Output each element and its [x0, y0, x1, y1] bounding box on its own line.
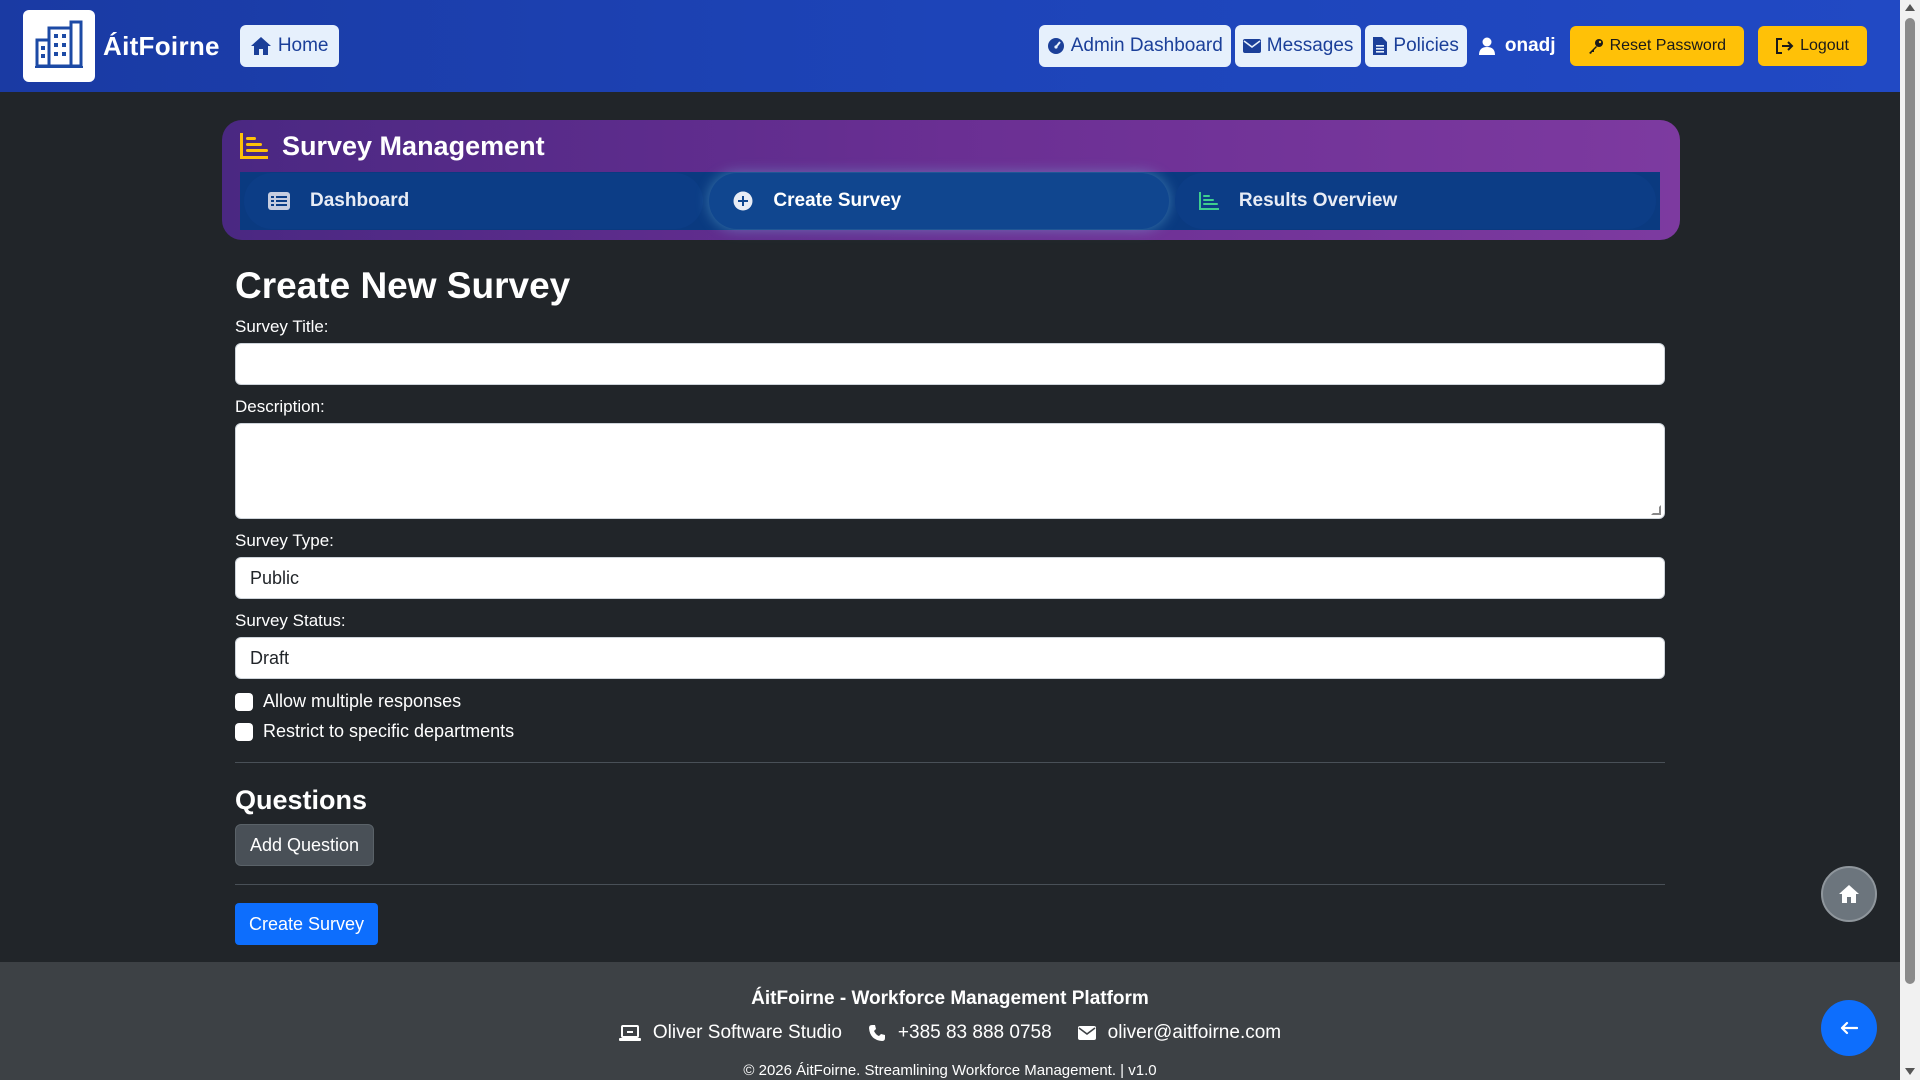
footer-email[interactable]: oliver@aitfoirne.com [1077, 1022, 1282, 1044]
tab-results-overview-label: Results Overview [1238, 190, 1398, 211]
username: onadj [1504, 35, 1556, 56]
home-button[interactable]: Home [239, 25, 339, 67]
list-icon [268, 192, 290, 210]
user-icon [1478, 37, 1495, 55]
footer-company-name: Oliver Software Studio [652, 1022, 842, 1043]
footer-title: ÁitFoirne - Workforce Management Platfor… [751, 988, 1149, 1009]
reset-password-label: Reset Password [1609, 37, 1727, 54]
bar-chart-icon [1198, 192, 1219, 210]
laptop-icon [618, 1025, 641, 1041]
footer-phone[interactable]: +385 83 888 0758 [868, 1022, 1052, 1044]
plus-circle-icon [733, 191, 753, 211]
survey-status-label: Survey Status: [235, 611, 346, 630]
footer-email-address: oliver@aitfoirne.com [1107, 1022, 1282, 1043]
brand-logo[interactable] [23, 10, 95, 82]
resize-handle[interactable] [1651, 505, 1661, 515]
home-icon [1839, 885, 1859, 903]
admin-dashboard-button[interactable]: Admin Dashboard [1038, 25, 1231, 67]
tab-results-overview[interactable]: Results Overview [1174, 173, 1656, 229]
envelope-icon [1077, 1026, 1096, 1040]
footer-company: Oliver Software Studio [618, 1022, 842, 1044]
arrow-left-icon [1840, 1021, 1858, 1035]
allow-multiple-row: Allow multiple responses [235, 691, 1665, 712]
nav-right: Admin Dashboard Messages Policies onadj … [1038, 25, 1867, 67]
brand-name[interactable]: ÁitFoirne [103, 31, 220, 62]
survey-title-input[interactable] [235, 343, 1665, 385]
scroll-down-arrow[interactable] [1905, 1068, 1915, 1075]
building-icon [35, 20, 83, 68]
divider [235, 762, 1665, 763]
scroll-up-arrow[interactable] [1905, 4, 1915, 11]
restrict-departments-label: Restrict to specific departments [263, 721, 515, 741]
gauge-icon [1047, 38, 1064, 54]
footer-contacts: Oliver Software Studio +385 83 888 0758 … [0, 1022, 1900, 1044]
survey-management-card: Survey Management Dashboard Create Surve… [222, 120, 1680, 240]
questions-heading: Questions [235, 785, 368, 815]
messages-label: Messages [1266, 35, 1354, 56]
footer-phone-number: +385 83 888 0758 [897, 1022, 1052, 1043]
survey-type-select[interactable]: Public [235, 557, 1665, 599]
sign-out-icon [1776, 38, 1794, 54]
scroll-thumb[interactable] [1905, 18, 1915, 984]
home-icon [250, 37, 271, 55]
logout-button[interactable]: Logout [1758, 26, 1867, 66]
survey-management-title: Survey Management [240, 120, 1662, 172]
survey-status-select[interactable]: Draft [235, 637, 1665, 679]
page-scrollbar[interactable] [1900, 0, 1920, 1080]
restrict-departments-checkbox[interactable] [235, 722, 253, 741]
policies-button[interactable]: Policies [1365, 25, 1467, 67]
footer: ÁitFoirne - Workforce Management Platfor… [0, 962, 1900, 1080]
logout-label: Logout [1800, 37, 1849, 54]
survey-type-label: Survey Type: [235, 531, 334, 550]
document-icon [1373, 37, 1388, 55]
description-label: Description: [235, 397, 325, 416]
create-survey-form: Create New Survey Survey Title: Descript… [235, 265, 1665, 945]
restrict-departments-row: Restrict to specific departments [235, 721, 1665, 742]
floating-back-button[interactable] [1821, 1000, 1877, 1056]
bar-chart-icon [240, 133, 268, 159]
tab-dashboard-label: Dashboard [310, 190, 410, 211]
floating-home-button[interactable] [1821, 866, 1877, 922]
add-question-button[interactable]: Add Question [235, 824, 375, 866]
survey-management-heading: Survey Management [282, 130, 545, 161]
allow-multiple-checkbox[interactable] [235, 692, 253, 711]
page-title: Create New Survey [235, 265, 571, 306]
tab-create-survey-label: Create Survey [773, 190, 902, 211]
survey-tabs: Dashboard Create Survey Results Overview [240, 172, 1660, 230]
allow-multiple-label: Allow multiple responses [263, 691, 462, 711]
top-navbar: ÁitFoirne Home Admin Dashboard Messages [0, 0, 1900, 92]
phone-icon [868, 1025, 885, 1041]
home-button-label: Home [277, 35, 329, 56]
tab-create-survey[interactable]: Create Survey [709, 173, 1169, 229]
divider [235, 884, 1665, 885]
envelope-icon [1242, 39, 1261, 53]
survey-title-label: Survey Title: [235, 317, 329, 336]
create-survey-button[interactable]: Create Survey [235, 903, 379, 945]
messages-button[interactable]: Messages [1234, 25, 1362, 67]
user-menu[interactable]: onadj [1478, 35, 1556, 57]
admin-dashboard-label: Admin Dashboard [1070, 35, 1223, 56]
description-textarea[interactable] [235, 423, 1665, 519]
reset-password-button[interactable]: Reset Password [1569, 26, 1745, 66]
policies-label: Policies [1393, 35, 1459, 56]
brand[interactable]: ÁitFoirne [23, 10, 220, 82]
footer-copyright: © 2026 ÁitFoirne. Streamlining Workforce… [743, 1062, 1157, 1079]
key-icon [1588, 39, 1603, 54]
tab-dashboard[interactable]: Dashboard [244, 173, 704, 229]
